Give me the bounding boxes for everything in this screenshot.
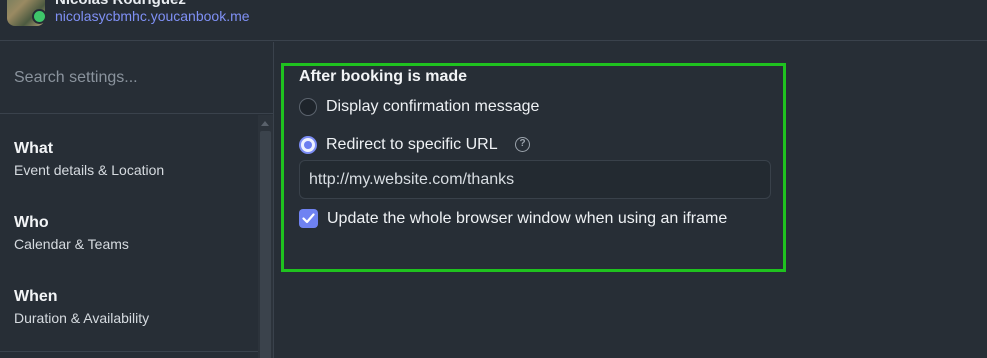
- radio-redirect-url[interactable]: [299, 136, 317, 154]
- account-header: Nicolas Rodriguez nicolasycbmhc.youcanbo…: [0, 0, 987, 41]
- iframe-checkbox-label[interactable]: Update the whole browser window when usi…: [327, 210, 727, 228]
- iframe-update-checkbox[interactable]: [299, 209, 318, 228]
- settings-sidebar: What Event details & Location Who Calend…: [0, 42, 274, 358]
- sidebar-divider: [0, 351, 258, 352]
- sidebar-item-when[interactable]: When Duration & Availability: [0, 288, 258, 358]
- search-settings-input[interactable]: [14, 66, 254, 90]
- sidebar-item-title: When: [14, 288, 58, 305]
- option-label-display-confirmation[interactable]: Display confirmation message: [326, 98, 539, 116]
- sidebar-item-subtitle: Duration & Availability: [14, 310, 150, 326]
- sidebar-item-subtitle: Event details & Location: [14, 162, 165, 178]
- radio-display-confirmation[interactable]: [299, 98, 317, 116]
- question-circle-icon[interactable]: ?: [515, 137, 530, 152]
- scrollbar-thumb[interactable]: [260, 131, 271, 358]
- sidebar-item-title: What: [14, 140, 54, 157]
- sidebar-item-subtitle: Calendar & Teams: [14, 236, 129, 252]
- section-title: After booking is made: [299, 68, 468, 85]
- option-label-redirect-url[interactable]: Redirect to specific URL: [326, 136, 498, 154]
- online-status-indicator: [32, 9, 47, 24]
- booking-page-link[interactable]: nicolasycbmhc.youcanbook.me: [55, 8, 250, 24]
- scroll-up-arrow-icon[interactable]: [261, 121, 269, 126]
- sidebar-scrollbar[interactable]: [258, 115, 273, 358]
- sidebar-item-who[interactable]: Who Calendar & Teams: [0, 214, 258, 288]
- sidebar-item-what[interactable]: What Event details & Location: [0, 140, 258, 214]
- settings-search: [0, 42, 273, 114]
- checkmark-icon: [302, 213, 315, 224]
- user-name: Nicolas Rodriguez: [55, 0, 186, 8]
- redirect-url-input[interactable]: [299, 160, 771, 199]
- sidebar-item-title: Who: [14, 214, 49, 231]
